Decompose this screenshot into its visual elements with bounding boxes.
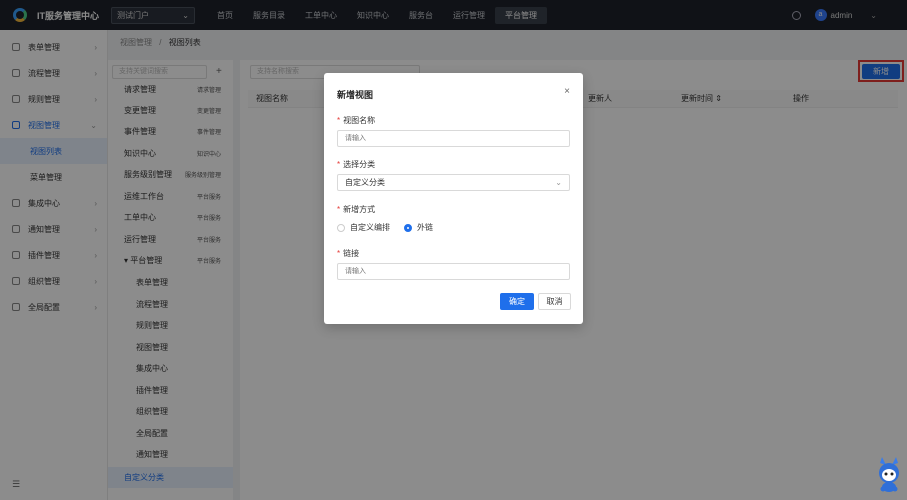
- radio-link-label[interactable]: 外链: [417, 222, 433, 233]
- confirm-button[interactable]: 确定: [500, 293, 534, 310]
- dialog-title: 新增视图: [337, 90, 374, 100]
- radio-custom-label[interactable]: 自定义编排: [350, 222, 390, 233]
- cancel-button[interactable]: 取消: [538, 293, 571, 310]
- view-name-input[interactable]: [337, 130, 570, 147]
- label-text: 新增方式: [343, 205, 376, 214]
- required-mark: *: [337, 205, 341, 214]
- method-label: * 新增方式: [337, 204, 375, 215]
- link-input[interactable]: [337, 263, 570, 280]
- chevron-down-icon: ⌄: [555, 178, 562, 187]
- method-radio-group: 自定义编排 外链: [337, 222, 447, 233]
- close-icon[interactable]: ×: [564, 86, 570, 97]
- category-select-value: 自定义分类: [345, 178, 385, 187]
- label-text: 选择分类: [343, 160, 376, 169]
- assistant-mascot-icon[interactable]: [876, 453, 902, 493]
- label-text: 视图名称: [343, 116, 376, 125]
- add-view-dialog: 新增视图 × *视图名称 *选择分类 自定义分类 ⌄ *新增方式 自定义编排 外…: [324, 73, 583, 324]
- category-select[interactable]: 自定义分类 ⌄: [337, 174, 570, 191]
- label-text: 链接: [343, 249, 360, 258]
- category-label: * 选择分类: [337, 159, 375, 170]
- required-mark: *: [337, 249, 341, 258]
- required-mark: *: [337, 116, 341, 125]
- radio-custom[interactable]: [337, 223, 345, 232]
- required-mark: *: [337, 160, 341, 169]
- link-label: * 链接: [337, 248, 359, 259]
- view-name-label: * 视图名称: [337, 115, 375, 126]
- radio-link[interactable]: [404, 223, 412, 232]
